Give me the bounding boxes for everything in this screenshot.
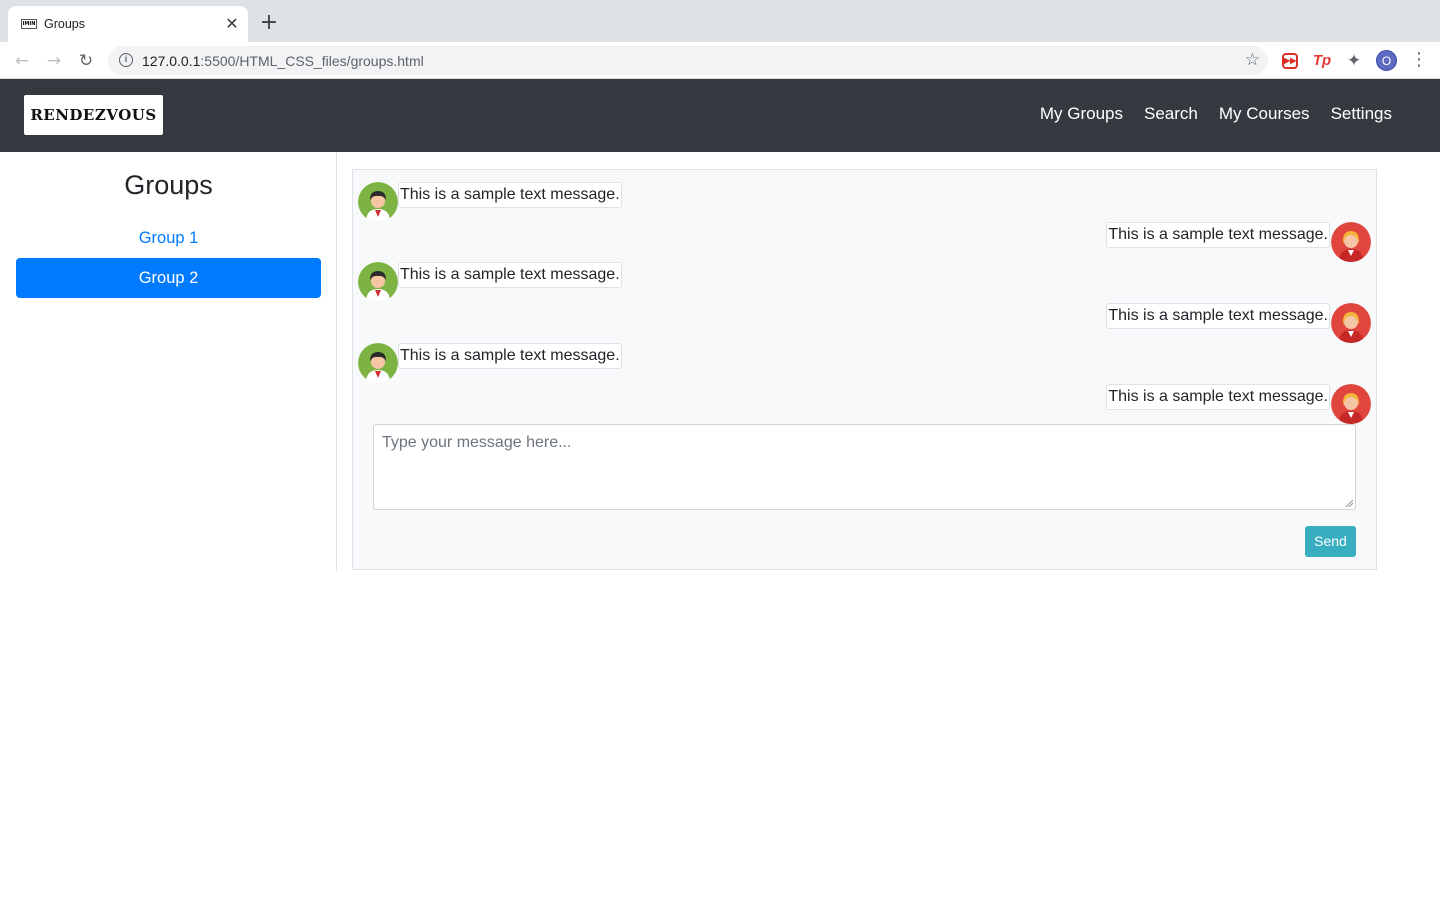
sidebar-title: Groups [124, 170, 213, 200]
resize-grip-icon[interactable] [1345, 499, 1353, 507]
reload-icon[interactable]: ↻ [75, 50, 97, 72]
nav-links: My Groups Search My Courses Settings [1040, 104, 1392, 124]
message-text: This is a sample text message. [398, 343, 622, 369]
url-text[interactable]: 127.0.0.1:5500/HTML_CSS_files/groups.htm… [142, 53, 424, 69]
tab-close-icon[interactable]: ✕ [222, 14, 242, 34]
url-host: 127.0.0.1 [142, 53, 201, 69]
nav-link-settings[interactable]: Settings [1331, 104, 1392, 124]
chat-panel: This is a sample text message. This is a… [352, 169, 1377, 570]
address-bar[interactable]: i 127.0.0.1:5500/HTML_CSS_files/groups.h… [108, 46, 1268, 75]
brand-text: RENDEZVOUS [30, 106, 157, 124]
new-tab-icon[interactable]: + [258, 12, 280, 34]
brand-logo[interactable]: RENDEZVOUS [24, 95, 163, 135]
message-text: This is a sample text message. [1106, 222, 1330, 248]
message-text: This is a sample text message. [398, 262, 622, 288]
profile-avatar[interactable]: O [1376, 50, 1397, 71]
red-avatar-icon [1331, 222, 1371, 262]
kebab-menu-icon[interactable]: ⋮ [1410, 50, 1428, 72]
red-avatar-icon [1331, 303, 1371, 343]
star-icon[interactable]: ☆ [1245, 50, 1260, 70]
url-path: :5500/HTML_CSS_files/groups.html [200, 53, 424, 69]
red-avatar-icon [1331, 384, 1371, 424]
nav-link-my-groups[interactable]: My Groups [1040, 104, 1123, 124]
tp-extension-icon[interactable]: Tp [1312, 51, 1332, 71]
site-navbar: RENDEZVOUS My Groups Search My Courses S… [0, 79, 1440, 152]
nav-link-search[interactable]: Search [1144, 104, 1198, 124]
group-item-2[interactable]: Group 2 [16, 258, 321, 298]
browser-tab[interactable]: IMIN Groups ✕ [8, 6, 248, 42]
message-text: This is a sample text message. [1106, 384, 1330, 410]
browser-toolbar: ← → ↻ i 127.0.0.1:5500/HTML_CSS_files/gr… [0, 42, 1440, 79]
message-input-placeholder: Type your message here... [382, 434, 572, 451]
chat-message: This is a sample text message. [353, 262, 1376, 302]
back-arrow-icon[interactable]: ← [11, 50, 33, 72]
green-avatar-icon [358, 182, 398, 222]
chat-message: This is a sample text message. [353, 343, 1376, 383]
info-icon[interactable]: i [119, 53, 133, 67]
green-avatar-icon [358, 262, 398, 302]
message-text: This is a sample text message. [1106, 303, 1330, 329]
chat-message: This is a sample text message. [353, 384, 1376, 424]
send-button[interactable]: Send [1305, 526, 1356, 557]
chat-message: This is a sample text message. [353, 182, 1376, 222]
message-input[interactable]: Type your message here... [373, 424, 1356, 510]
tab-title: Groups [44, 17, 85, 31]
media-extension-icon[interactable]: ▶▶ [1280, 51, 1300, 71]
puzzle-icon[interactable]: ✦ [1344, 51, 1364, 71]
group-item-1[interactable]: Group 1 [16, 218, 321, 258]
favicon-icon: IMIN [21, 19, 37, 29]
forward-arrow-icon[interactable]: → [43, 50, 65, 72]
chat-message: This is a sample text message. [353, 222, 1376, 262]
message-text: This is a sample text message. [398, 182, 622, 208]
green-avatar-icon [358, 343, 398, 383]
groups-sidebar: Groups Group 1 Group 2 [0, 152, 337, 571]
browser-tab-strip: IMIN Groups ✕ + [0, 0, 1440, 42]
chat-message: This is a sample text message. [353, 303, 1376, 343]
nav-link-my-courses[interactable]: My Courses [1219, 104, 1310, 124]
